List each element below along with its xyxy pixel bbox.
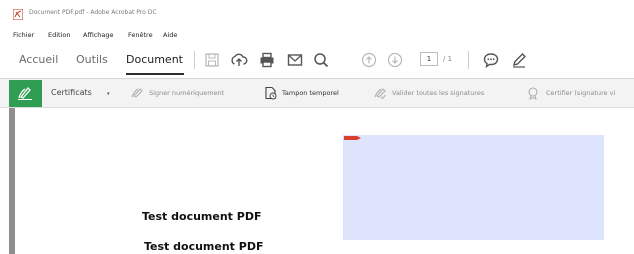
validate-signatures-button[interactable]: Valider toutes les signatures <box>392 89 484 97</box>
certificates-menu[interactable]: Certificats <box>51 88 92 97</box>
chevron-down-icon[interactable]: ▾ <box>107 91 110 97</box>
form-field-highlight[interactable] <box>343 135 604 240</box>
menu-fenetre[interactable]: Fenêtre <box>128 31 153 39</box>
window-title: Document PDF.pdf - Adobe Acrobat Pro DC <box>29 9 157 16</box>
sign-pen-icon[interactable] <box>130 86 144 100</box>
acrobat-logo-icon <box>13 9 23 20</box>
tab-document[interactable]: Document <box>126 53 183 66</box>
validate-signatures-icon[interactable] <box>373 86 387 100</box>
toolbar-divider <box>194 51 195 69</box>
timestamp-button[interactable]: Tampon temporel <box>282 89 339 97</box>
search-icon[interactable] <box>312 51 330 69</box>
menu-aide[interactable]: Aide <box>163 31 177 39</box>
page-total: / 1 <box>443 55 453 63</box>
timestamp-icon[interactable] <box>264 86 278 100</box>
comment-icon[interactable] <box>482 51 500 69</box>
signature-marker-icon[interactable] <box>344 135 362 141</box>
certify-button[interactable]: Certifier (signature vi <box>546 89 615 97</box>
active-tab-indicator <box>126 73 184 75</box>
upload-icon[interactable] <box>230 51 248 69</box>
save-icon[interactable] <box>203 51 221 69</box>
document-text-line: Test document PDF <box>142 210 262 223</box>
navigation-pane-edge[interactable] <box>9 108 15 254</box>
menu-fichier[interactable]: Fichier <box>13 31 34 39</box>
page-number-input[interactable]: 1 <box>420 52 438 66</box>
email-icon[interactable] <box>286 51 304 69</box>
menu-affichage[interactable]: Affichage <box>83 31 114 39</box>
menu-edition[interactable]: Edition <box>48 31 71 39</box>
document-text-line: Test document PDF <box>144 240 264 253</box>
certify-icon[interactable] <box>527 86 541 100</box>
print-icon[interactable] <box>258 51 276 69</box>
toolbar-divider <box>468 51 469 69</box>
pen-icon[interactable] <box>510 51 528 69</box>
tab-accueil[interactable]: Accueil <box>19 53 58 66</box>
certificate-sign-icon <box>18 87 32 100</box>
tab-outils[interactable]: Outils <box>76 53 108 66</box>
sign-digitally-button[interactable]: Signer numériquement <box>149 89 224 97</box>
page-up-icon[interactable] <box>360 51 378 69</box>
page-down-icon[interactable] <box>386 51 404 69</box>
